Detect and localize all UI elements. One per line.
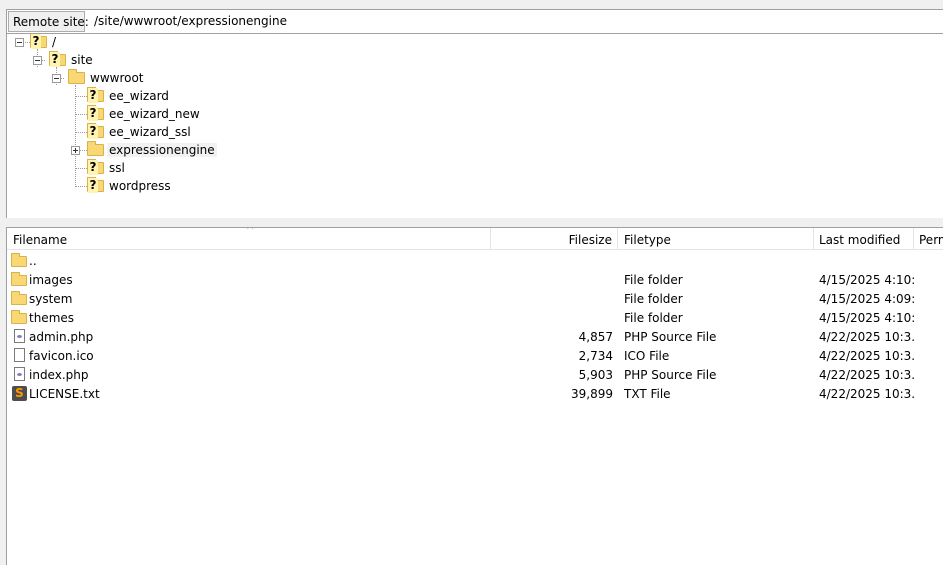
- file-size: 2,734: [578, 349, 613, 363]
- php-file-icon: [14, 367, 25, 381]
- remote-site-bar: Remote site: /site/wwwroot/expressioneng…: [6, 9, 943, 34]
- file-name: favicon.ico: [29, 349, 94, 363]
- file-modified: 4/22/2025 10:3...: [819, 387, 914, 401]
- remote-site-label: Remote site:: [8, 11, 89, 32]
- column-header-permissions[interactable]: Perm: [914, 228, 943, 250]
- remote-directory-tree[interactable]: ? / ? site wwwroot ? ee_wizard ? ee_wiza…: [6, 34, 943, 218]
- question-folder-icon: ?: [87, 177, 104, 193]
- file-modified: 4/22/2025 10:3...: [819, 368, 914, 382]
- file-modified: 4/22/2025 10:3...: [819, 349, 914, 363]
- folder-icon: [11, 291, 27, 305]
- file-modified: 4/15/2025 4:10:...: [819, 311, 914, 325]
- file-name: LICENSE.txt: [29, 387, 100, 401]
- file-row-parent[interactable]: ..: [7, 251, 943, 270]
- file-name: themes: [29, 311, 75, 325]
- collapse-root-toggle[interactable]: [15, 38, 24, 47]
- sublime-text-icon: S: [12, 386, 27, 401]
- folder-icon: [11, 272, 27, 286]
- collapse-wwwroot-toggle[interactable]: [52, 74, 61, 83]
- column-header-filename[interactable]: Filename: [7, 228, 491, 250]
- file-type: File folder: [624, 292, 683, 306]
- file-type: PHP Source File: [624, 330, 717, 344]
- folder-icon: [11, 253, 27, 267]
- question-folder-icon: ?: [87, 87, 104, 103]
- file-name: admin.php: [29, 330, 94, 344]
- file-row-index-php[interactable]: index.php 5,903 PHP Source File 4/22/202…: [7, 365, 943, 384]
- folder-icon: [87, 141, 104, 156]
- file-name: index.php: [29, 368, 89, 382]
- file-type: File folder: [624, 273, 683, 287]
- question-folder-icon: ?: [87, 123, 104, 139]
- file-list-header: ^ Filename Filesize Filetype Last modifi…: [7, 228, 943, 250]
- file-modified: 4/22/2025 10:3...: [819, 330, 914, 344]
- file-row-admin-php[interactable]: admin.php 4,857 PHP Source File 4/22/202…: [7, 327, 943, 346]
- php-file-icon: [14, 329, 25, 343]
- question-folder-icon: ?: [87, 159, 104, 175]
- question-folder-icon: ?: [49, 51, 66, 67]
- remote-file-list[interactable]: ^ Filename Filesize Filetype Last modifi…: [6, 227, 943, 565]
- document-icon: [14, 348, 25, 362]
- file-modified: 4/15/2025 4:10:...: [819, 273, 914, 287]
- file-row-favicon-ico[interactable]: favicon.ico 2,734 ICO File 4/22/2025 10:…: [7, 346, 943, 365]
- expand-expressionengine-toggle[interactable]: [71, 146, 80, 155]
- file-row-system[interactable]: system File folder 4/15/2025 4:09:...: [7, 289, 943, 308]
- file-modified: 4/15/2025 4:09:...: [819, 292, 914, 306]
- collapse-site-toggle[interactable]: [33, 56, 42, 65]
- file-type: PHP Source File: [624, 368, 717, 382]
- file-name: ..: [29, 254, 37, 268]
- question-folder-icon: ?: [87, 105, 104, 121]
- pane-splitter[interactable]: [0, 218, 943, 227]
- folder-icon: [11, 310, 27, 324]
- file-size: 4,857: [578, 330, 613, 344]
- remote-path-input[interactable]: /site/wwwroot/expressionengine: [94, 14, 287, 28]
- file-name: system: [29, 292, 73, 306]
- file-type: File folder: [624, 311, 683, 325]
- file-row-themes[interactable]: themes File folder 4/15/2025 4:10:...: [7, 308, 943, 327]
- file-name: images: [29, 273, 73, 287]
- question-folder-icon: ?: [30, 34, 47, 49]
- column-header-last-modified[interactable]: Last modified: [814, 228, 914, 250]
- file-size: 5,903: [578, 368, 613, 382]
- column-header-filesize[interactable]: Filesize: [491, 228, 618, 250]
- file-row-images[interactable]: images File folder 4/15/2025 4:10:...: [7, 270, 943, 289]
- file-type: TXT File: [624, 387, 671, 401]
- folder-icon: [68, 69, 85, 84]
- file-size: 39,899: [571, 387, 613, 401]
- file-row-license-txt[interactable]: S LICENSE.txt 39,899 TXT File 4/22/2025 …: [7, 384, 943, 403]
- file-type: ICO File: [624, 349, 670, 363]
- column-header-filetype[interactable]: Filetype: [618, 228, 814, 250]
